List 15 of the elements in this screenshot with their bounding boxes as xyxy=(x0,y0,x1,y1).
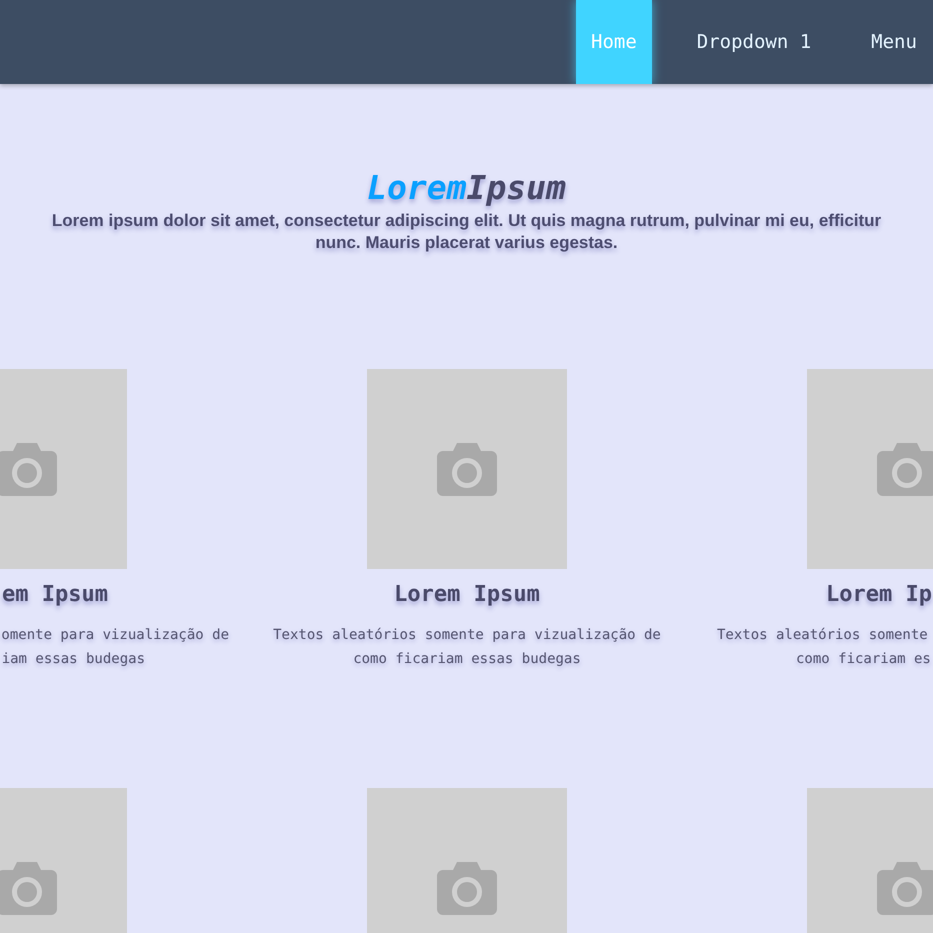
card-text-line: omente para vizualização de xyxy=(1,627,229,643)
card-title: Lorem Ip xyxy=(826,582,932,607)
page-title: LoremIpsum xyxy=(367,168,566,208)
camera-icon xyxy=(437,862,497,914)
card-title: Lorem Ipsum xyxy=(394,582,540,607)
card-title: em Ipsum xyxy=(2,582,108,607)
nav-item[interactable]: Menu xyxy=(856,0,932,84)
card-text-line: como ficariam es xyxy=(796,651,931,667)
camera-icon xyxy=(437,442,497,496)
card-text-line: Textos aleatórios somente para vizualização de xyxy=(273,627,661,643)
card-text-line: como ficariam essas budegas xyxy=(353,651,581,667)
nav-item[interactable]: Dropdown 1 xyxy=(682,0,826,84)
card-text-line: iam essas budegas xyxy=(2,651,145,667)
intro-text: Lorem ipsum dolor sit amet, consectetur adipiscing elit. Ut quis magna rutrum, pulvinar mi eu, efficitur nunc. Mauris placerat varius egestas. xyxy=(52,210,882,254)
card-text-line: Textos aleatórios somente xyxy=(717,627,928,643)
